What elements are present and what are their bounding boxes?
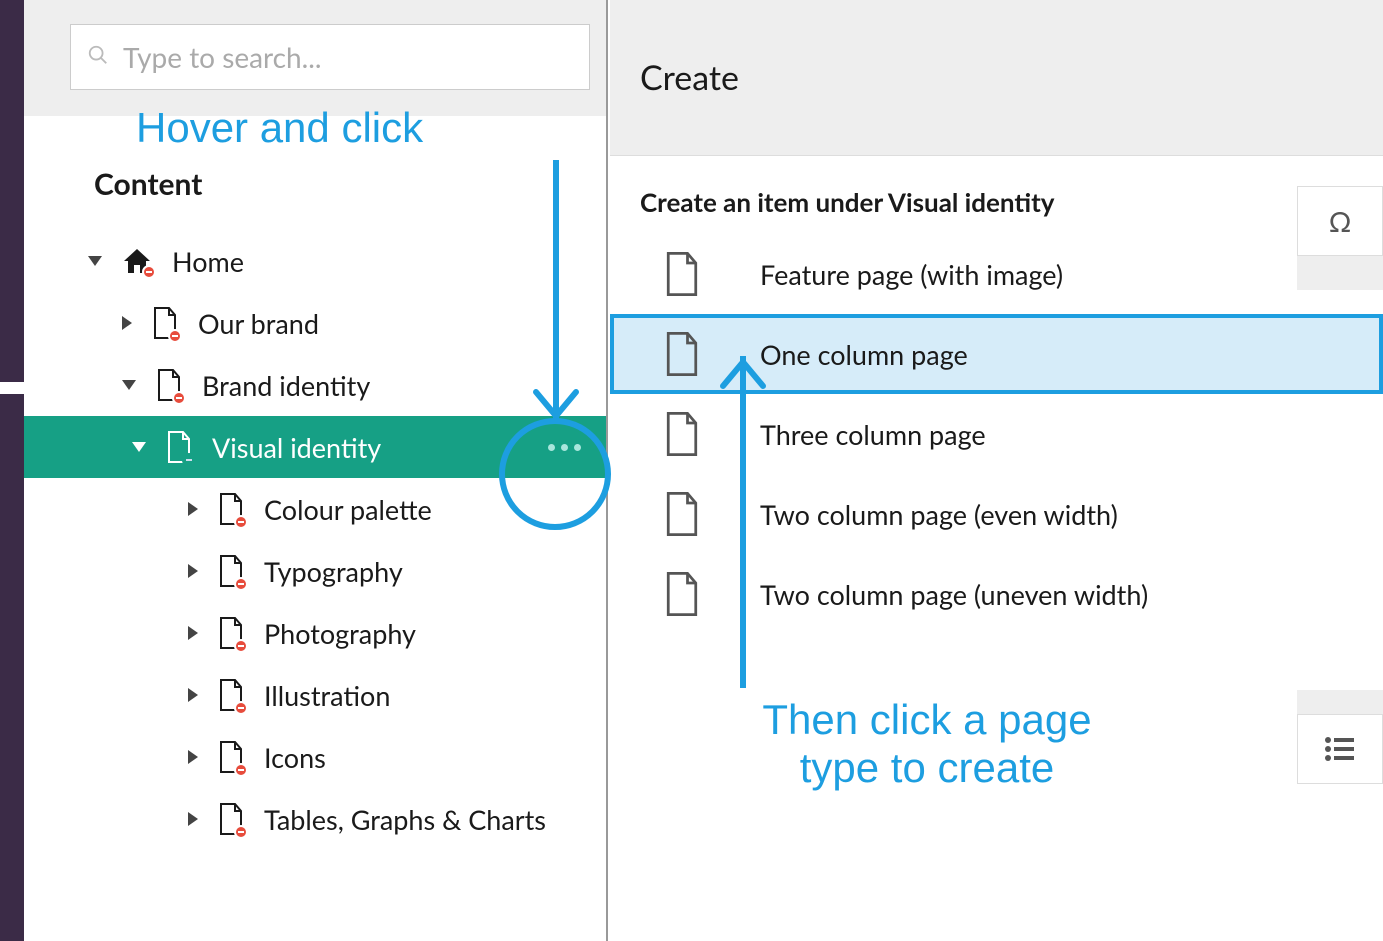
caret-right-icon bbox=[188, 502, 198, 516]
page-type-label: One column page bbox=[760, 338, 968, 371]
tree-label: Typography bbox=[264, 555, 403, 588]
tree-label: Brand identity bbox=[202, 369, 370, 402]
page-type-feature[interactable]: Feature page (with image) bbox=[610, 234, 1383, 314]
tree-item-photography[interactable]: Photography bbox=[24, 602, 606, 664]
page-type-label: Two column page (uneven width) bbox=[760, 578, 1148, 611]
page-type-label: Three column page bbox=[760, 418, 986, 451]
tree-label: Colour palette bbox=[264, 493, 432, 526]
home-icon bbox=[122, 247, 152, 275]
caret-right-icon bbox=[188, 688, 198, 702]
caret-right-icon bbox=[122, 316, 132, 330]
tree-label: Illustration bbox=[264, 679, 390, 712]
page-type-label: Two column page (even width) bbox=[760, 498, 1118, 531]
tree-item-colour-palette[interactable]: Colour palette bbox=[24, 478, 606, 540]
app-rail-break bbox=[0, 382, 24, 394]
tree-label: Visual identity bbox=[212, 431, 381, 464]
tree-label: Tables, Graphs & Charts bbox=[264, 803, 546, 836]
tree-item-visual-identity[interactable]: Visual identity bbox=[24, 416, 606, 478]
search-icon bbox=[87, 44, 123, 70]
page-type-label: Feature page (with image) bbox=[760, 258, 1063, 291]
page-icon bbox=[218, 555, 244, 587]
page-icon bbox=[664, 332, 700, 376]
page-type-two-column-even[interactable]: Two column page (even width) bbox=[610, 474, 1383, 554]
create-subtitle: Create an item under Visual identity bbox=[610, 156, 1383, 234]
caret-right-icon bbox=[188, 812, 198, 826]
tree-label: Home bbox=[172, 245, 244, 278]
tree-label: Our brand bbox=[198, 307, 319, 340]
caret-down-icon bbox=[132, 442, 146, 452]
page-icon bbox=[166, 431, 192, 463]
page-icon bbox=[218, 679, 244, 711]
page-icon bbox=[664, 252, 700, 296]
page-icon bbox=[664, 492, 700, 536]
tree-item-our-brand[interactable]: Our brand bbox=[24, 292, 606, 354]
page-icon bbox=[664, 572, 700, 616]
tree-label: Icons bbox=[264, 741, 326, 774]
tree-item-home[interactable]: Home bbox=[24, 230, 606, 292]
create-panel: Create Create an item under Visual ident… bbox=[610, 0, 1383, 941]
caret-down-icon bbox=[88, 256, 102, 266]
page-type-one-column[interactable]: One column page bbox=[610, 314, 1383, 394]
create-title: Create bbox=[610, 0, 1383, 156]
page-type-three-column[interactable]: Three column page bbox=[610, 394, 1383, 474]
caret-down-icon bbox=[122, 380, 136, 390]
page-icon bbox=[218, 493, 244, 525]
search-box[interactable] bbox=[70, 24, 590, 90]
app-rail bbox=[0, 0, 24, 941]
page-icon bbox=[218, 803, 244, 835]
tree-item-brand-identity[interactable]: Brand identity bbox=[24, 354, 606, 416]
tree-item-illustration[interactable]: Illustration bbox=[24, 664, 606, 726]
page-icon bbox=[152, 307, 178, 339]
search-area bbox=[24, 0, 606, 116]
caret-right-icon bbox=[188, 750, 198, 764]
tree-item-icons[interactable]: Icons bbox=[24, 726, 606, 788]
content-tree: Home Our brand Brand identity bbox=[24, 230, 606, 850]
page-type-list: Feature page (with image) One column pag… bbox=[610, 234, 1383, 634]
page-icon bbox=[664, 412, 700, 456]
page-icon bbox=[156, 369, 182, 401]
more-dots-icon bbox=[548, 444, 581, 451]
tree-item-tables[interactable]: Tables, Graphs & Charts bbox=[24, 788, 606, 850]
tree-item-typography[interactable]: Typography bbox=[24, 540, 606, 602]
search-input[interactable] bbox=[123, 40, 573, 74]
page-icon bbox=[218, 617, 244, 649]
sidebar: Content Home Our brand bbox=[24, 0, 608, 941]
caret-right-icon bbox=[188, 626, 198, 640]
caret-right-icon bbox=[188, 564, 198, 578]
tree-label: Photography bbox=[264, 617, 416, 650]
content-heading: Content bbox=[24, 116, 606, 230]
page-icon bbox=[218, 741, 244, 773]
page-type-two-column-uneven[interactable]: Two column page (uneven width) bbox=[610, 554, 1383, 634]
more-actions-button[interactable] bbox=[540, 423, 588, 471]
